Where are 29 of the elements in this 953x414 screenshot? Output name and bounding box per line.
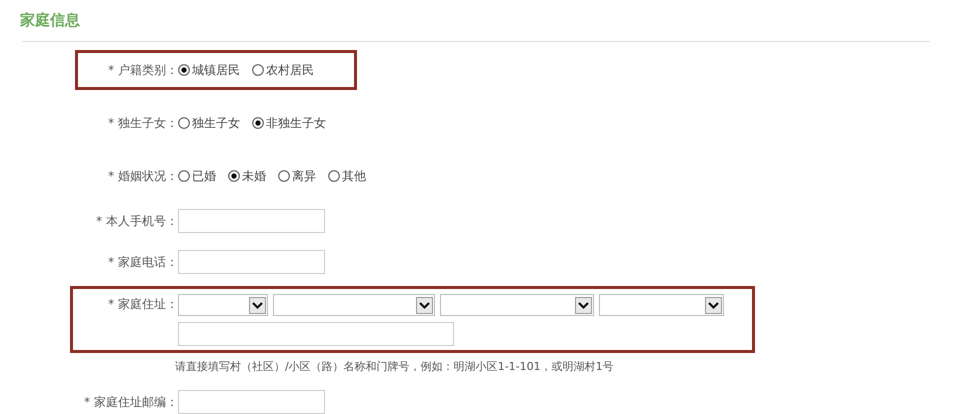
radio-option[interactable]: 未婚 xyxy=(228,168,266,184)
chevron-down-icon xyxy=(575,296,592,314)
radio-option[interactable]: 独生子女 xyxy=(178,114,240,132)
field-label: * 家庭电话： xyxy=(107,254,178,270)
dropdown[interactable] xyxy=(599,294,724,316)
field-label: * 家庭住址： xyxy=(107,296,178,313)
field-label: * 婚姻状况： xyxy=(107,168,178,184)
radio-option[interactable]: 农村居民 xyxy=(252,62,314,78)
input-field[interactable] xyxy=(178,390,325,414)
chevron-down-icon xyxy=(249,296,266,314)
radio-option[interactable]: 离异 xyxy=(278,168,316,184)
radio-option[interactable]: 已婚 xyxy=(178,168,216,184)
field-label: * 独生子女： xyxy=(107,114,178,132)
dropdown[interactable] xyxy=(273,294,435,316)
dropdown[interactable] xyxy=(178,294,268,316)
radio-option[interactable]: 其他 xyxy=(328,168,366,184)
section-title: 家庭信息 xyxy=(20,10,81,30)
field-label: * 家庭住址邮编： xyxy=(83,394,178,410)
hint-text: 请直接填写村（社区）/小区（路）名称和门牌号，例如：明湖小区1-1-101，或明湖村1号 xyxy=(175,359,615,374)
input-field[interactable] xyxy=(178,322,454,346)
dropdown[interactable] xyxy=(440,294,594,316)
radio-option[interactable]: 城镇居民 xyxy=(178,62,240,78)
chevron-down-icon xyxy=(416,296,433,314)
chevron-down-icon xyxy=(705,296,722,314)
field-label: * 本人手机号： xyxy=(95,212,178,230)
input-field[interactable] xyxy=(178,250,325,274)
field-label: * 户籍类别： xyxy=(107,62,178,78)
radio-option[interactable]: 非独生子女 xyxy=(252,114,326,132)
input-field[interactable] xyxy=(178,209,325,233)
